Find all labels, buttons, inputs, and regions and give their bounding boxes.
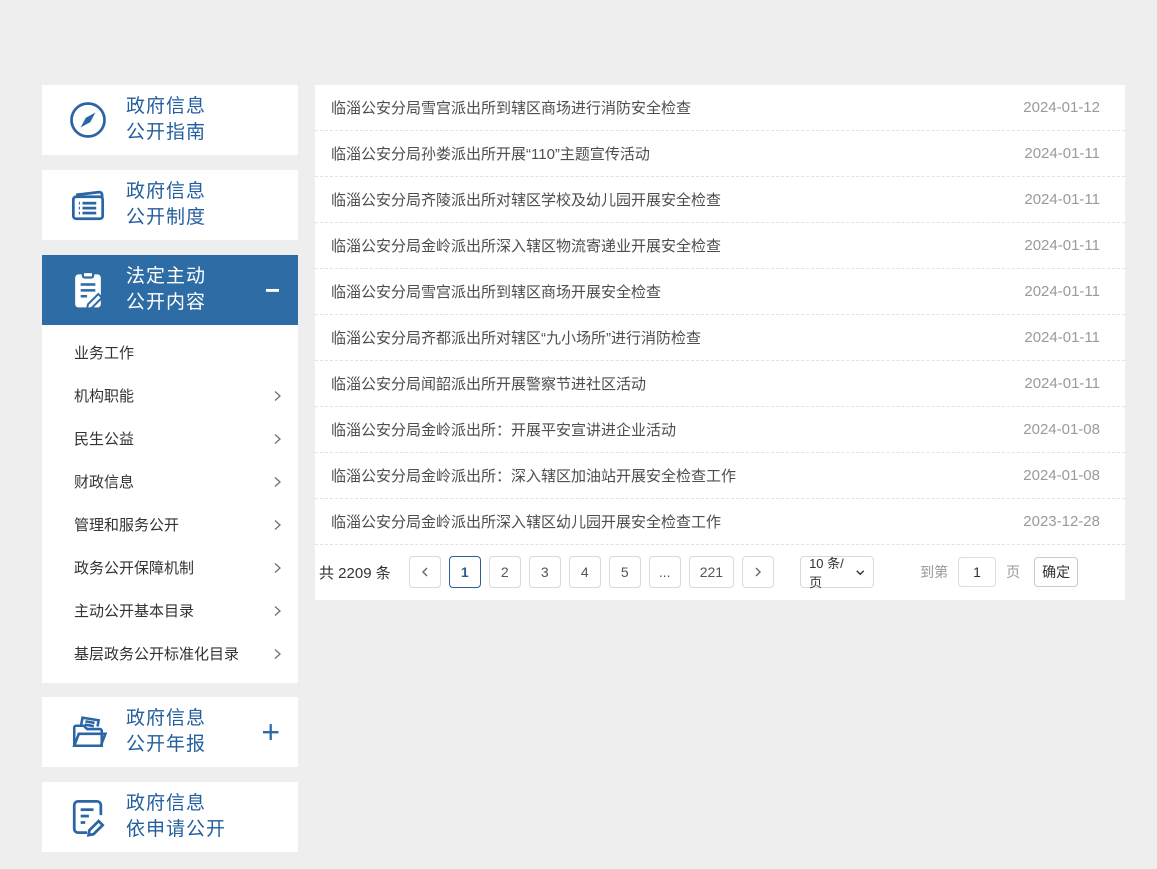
news-row: 临淄公安分局金岭派出所深入辖区幼儿园开展安全检查工作 2023-12-28 (315, 499, 1125, 545)
sidebar: 政府信息公开指南 政府信息公开制度 (42, 85, 298, 867)
news-date: 2024-01-11 (1024, 329, 1100, 346)
news-link[interactable]: 临淄公安分局齐都派出所对辖区“九小场所”进行消防检查 (331, 327, 1004, 348)
chevron-right-icon (270, 647, 284, 661)
sidebar-item-label: 政府信息公开制度 (126, 179, 206, 231)
clipboard-pencil-icon (66, 268, 110, 312)
chevron-right-icon (270, 604, 284, 618)
news-date: 2024-01-08 (1023, 467, 1100, 484)
news-date: 2024-01-12 (1023, 99, 1100, 116)
chevron-right-icon (270, 561, 284, 575)
news-row: 临淄公安分局雪宫派出所到辖区商场进行消防安全检查 2024-01-12 (315, 85, 1125, 131)
sidebar-item-gov-info-guide[interactable]: 政府信息公开指南 (42, 85, 298, 155)
submenu-label: 民生公益 (74, 428, 134, 449)
news-row: 临淄公安分局金岭派出所深入辖区物流寄递业开展安全检查 2024-01-11 (315, 223, 1125, 269)
submenu-label: 政务公开保障机制 (74, 557, 194, 578)
prev-page-button[interactable] (409, 556, 441, 588)
page-button-4[interactable]: 4 (569, 556, 601, 588)
submenu-item-livelihood[interactable]: 民生公益 (42, 417, 298, 460)
chevron-right-icon (270, 475, 284, 489)
chevron-right-icon (270, 518, 284, 532)
pagination-bar: 共 2209 条 1 2 3 4 5 ... 221 10 条/页 到第 页 确… (315, 545, 1125, 599)
submenu-label: 财政信息 (74, 471, 134, 492)
sidebar-item-label: 政府信息公开指南 (126, 94, 206, 146)
sidebar-item-label: 政府信息公开年报 (126, 706, 206, 758)
news-row: 临淄公安分局雪宫派出所到辖区商场开展安全检查 2024-01-11 (315, 269, 1125, 315)
news-row: 临淄公安分局齐都派出所对辖区“九小场所”进行消防检查 2024-01-11 (315, 315, 1125, 361)
news-panel: 临淄公安分局雪宫派出所到辖区商场进行消防安全检查 2024-01-12 临淄公安… (315, 85, 1125, 600)
goto-page-input[interactable] (958, 557, 996, 587)
total-count-label: 共 2209 条 (319, 562, 391, 583)
news-date: 2024-01-11 (1024, 237, 1100, 254)
sidebar-item-annual-report[interactable]: 政府信息公开年报 + (42, 697, 298, 767)
news-date: 2024-01-11 (1024, 283, 1100, 300)
page-size-value: 10 条/页 (809, 553, 855, 591)
document-pencil-icon (66, 795, 110, 839)
sidebar-item-label: 政府信息依申请公开 (126, 791, 226, 843)
news-link[interactable]: 临淄公安分局金岭派出所深入辖区幼儿园开展安全检查工作 (331, 511, 1003, 532)
submenu-item-guarantee-mechanism[interactable]: 政务公开保障机制 (42, 546, 298, 589)
submenu-label: 基层政务公开标准化目录 (74, 643, 239, 664)
goto-prefix-label: 到第 (920, 562, 948, 582)
page-button-2[interactable]: 2 (489, 556, 521, 588)
news-link[interactable]: 临淄公安分局金岭派出所：开展平安宣讲进企业活动 (331, 419, 1003, 440)
sidebar-item-disclosure-upon-request[interactable]: 政府信息依申请公开 (42, 782, 298, 852)
news-row: 临淄公安分局齐陵派出所对辖区学校及幼儿园开展安全检查 2024-01-11 (315, 177, 1125, 223)
news-link[interactable]: 临淄公安分局雪宫派出所到辖区商场进行消防安全检查 (331, 97, 1003, 118)
news-date: 2024-01-11 (1024, 375, 1100, 392)
submenu-item-grassroots-catalog[interactable]: 基层政务公开标准化目录 (42, 632, 298, 675)
news-date: 2024-01-11 (1024, 191, 1100, 208)
submenu-item-management-service[interactable]: 管理和服务公开 (42, 503, 298, 546)
chevron-right-icon (270, 389, 284, 403)
news-row: 临淄公安分局金岭派出所：开展平安宣讲进企业活动 2024-01-08 (315, 407, 1125, 453)
submenu-item-fiscal-info[interactable]: 财政信息 (42, 460, 298, 503)
news-date: 2024-01-11 (1024, 145, 1100, 162)
goto-suffix-label: 页 (1006, 562, 1020, 582)
news-link[interactable]: 临淄公安分局雪宫派出所到辖区商场开展安全检查 (331, 281, 1004, 302)
chevron-right-icon (270, 432, 284, 446)
chevron-left-icon (419, 566, 431, 578)
expand-icon[interactable]: + (261, 716, 280, 748)
chevron-right-icon (752, 566, 764, 578)
news-date: 2023-12-28 (1023, 513, 1100, 530)
submenu-label: 机构职能 (74, 385, 134, 406)
submenu-item-business-work[interactable]: 业务工作 (42, 331, 298, 374)
page-size-select[interactable]: 10 条/页 (800, 556, 874, 588)
page-button-221[interactable]: 221 (689, 556, 734, 588)
news-row: 临淄公安分局孙娄派出所开展“110”主题宣传活动 2024-01-11 (315, 131, 1125, 177)
submenu-label: 主动公开基本目录 (74, 600, 194, 621)
submenu-item-basic-catalog[interactable]: 主动公开基本目录 (42, 589, 298, 632)
sidebar-item-gov-info-system[interactable]: 政府信息公开制度 (42, 170, 298, 240)
collapse-icon[interactable]: − (265, 277, 280, 303)
page-ellipsis-button[interactable]: ... (649, 556, 681, 588)
submenu-label: 业务工作 (74, 342, 134, 363)
submenu-item-org-functions[interactable]: 机构职能 (42, 374, 298, 417)
news-link[interactable]: 临淄公安分局孙娄派出所开展“110”主题宣传活动 (331, 143, 1004, 164)
news-row: 临淄公安分局闻韶派出所开展警察节进社区活动 2024-01-11 (315, 361, 1125, 407)
page-button-1[interactable]: 1 (449, 556, 481, 588)
submenu: 业务工作 机构职能 民生公益 财政信息 管理和服务公开 政务公开保障机制 主动公… (42, 325, 298, 683)
confirm-button[interactable]: 确定 (1034, 557, 1078, 587)
submenu-label: 管理和服务公开 (74, 514, 179, 535)
folder-icon (66, 710, 110, 754)
news-link[interactable]: 临淄公安分局齐陵派出所对辖区学校及幼儿园开展安全检查 (331, 189, 1004, 210)
news-date: 2024-01-08 (1023, 421, 1100, 438)
news-link[interactable]: 临淄公安分局金岭派出所：深入辖区加油站开展安全检查工作 (331, 465, 1003, 486)
sidebar-item-label: 法定主动公开内容 (126, 264, 206, 316)
compass-icon (66, 98, 110, 142)
page-button-3[interactable]: 3 (529, 556, 561, 588)
book-icon (66, 183, 110, 227)
next-page-button[interactable] (742, 556, 774, 588)
news-link[interactable]: 临淄公安分局金岭派出所深入辖区物流寄递业开展安全检查 (331, 235, 1004, 256)
sidebar-item-statutory-disclosure[interactable]: 法定主动公开内容 − (42, 255, 298, 325)
news-row: 临淄公安分局金岭派出所：深入辖区加油站开展安全检查工作 2024-01-08 (315, 453, 1125, 499)
news-link[interactable]: 临淄公安分局闻韶派出所开展警察节进社区活动 (331, 373, 1004, 394)
chevron-down-icon (855, 567, 866, 578)
page-button-5[interactable]: 5 (609, 556, 641, 588)
